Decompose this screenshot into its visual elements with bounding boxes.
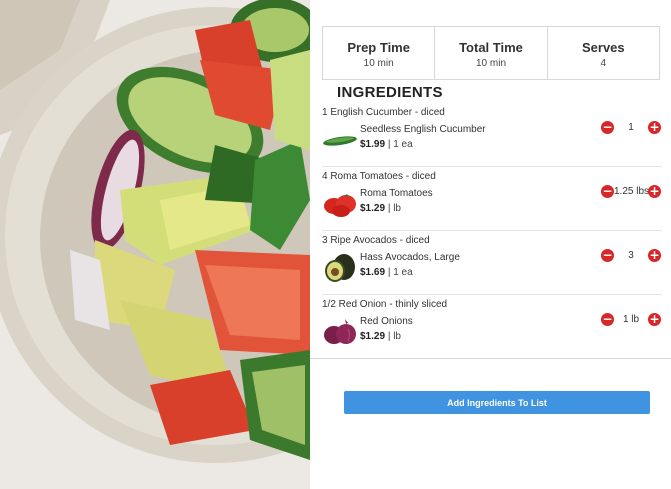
- red-onion-icon: [324, 319, 356, 344]
- ingredient-description: 4 Roma Tomatoes - diced: [322, 171, 436, 182]
- plus-circle-icon[interactable]: +: [648, 121, 661, 134]
- ingredient-description: 1/2 Red Onion - thinly sliced: [322, 299, 448, 310]
- stat-label: Prep Time: [347, 40, 410, 55]
- product-name[interactable]: Roma Tomatoes: [360, 188, 433, 199]
- price-unit: | 1 ea: [387, 267, 413, 278]
- stat-label: Total Time: [459, 40, 523, 55]
- product-price: $1.69 | 1 ea: [360, 267, 413, 278]
- stat-label: Serves: [581, 40, 625, 55]
- product-name[interactable]: Seedless English Cucumber: [360, 124, 486, 135]
- minus-circle-icon[interactable]: −: [601, 313, 614, 326]
- minus-circle-icon[interactable]: −: [601, 121, 614, 134]
- section-divider: [310, 358, 671, 359]
- stat-serves: Serves 4: [548, 27, 659, 79]
- ingredient-row-cucumber: 1 English Cucumber - diced Seedless Engl…: [322, 103, 662, 167]
- price-value: $1.29: [360, 331, 386, 342]
- price-unit: | 1 ea: [387, 139, 413, 150]
- product-price: $1.29 | lb: [360, 203, 401, 214]
- price-unit: | lb: [387, 331, 401, 342]
- stat-prep-time: Prep Time 10 min: [323, 27, 436, 79]
- price-value: $1.99: [360, 139, 386, 150]
- tomato-icon: [324, 194, 356, 217]
- plus-circle-icon[interactable]: +: [648, 249, 661, 262]
- avocado-icon: [325, 254, 355, 282]
- recipe-stats: Prep Time 10 min Total Time 10 min Serve…: [322, 26, 660, 80]
- ingredient-description: 1 English Cucumber - diced: [322, 107, 445, 118]
- minus-circle-icon[interactable]: −: [601, 249, 614, 262]
- quantity-value: 3: [628, 250, 634, 261]
- minus-circle-icon[interactable]: −: [601, 185, 614, 198]
- quantity-stepper: − 3 +: [601, 249, 661, 263]
- plus-circle-icon[interactable]: +: [648, 313, 661, 326]
- ingredient-row-red-onions: 1/2 Red Onion - thinly sliced Red Onions…: [322, 295, 662, 359]
- quantity-value: 1.25 lbs: [614, 186, 650, 197]
- quantity-stepper: − 1 lb +: [601, 313, 661, 327]
- ingredient-description: 3 Ripe Avocados - diced: [322, 235, 430, 246]
- ingredient-row-avocados: 3 Ripe Avocados - diced Hass Avocados, L…: [322, 231, 662, 295]
- price-unit: | lb: [387, 203, 401, 214]
- ingredient-row-tomatoes: 4 Roma Tomatoes - diced Roma Tomatoes $1…: [322, 167, 662, 231]
- product-price: $1.99 | 1 ea: [360, 139, 413, 150]
- price-value: $1.29: [360, 203, 386, 214]
- plus-circle-icon[interactable]: +: [648, 185, 661, 198]
- stat-value: 4: [600, 58, 607, 69]
- quantity-stepper: − 1.25 lbs +: [601, 185, 661, 199]
- stat-total-time: Total Time 10 min: [435, 27, 548, 79]
- quantity-value: 1 lb: [622, 314, 640, 325]
- recipe-panel: Prep Time 10 min Total Time 10 min Serve…: [310, 0, 671, 489]
- product-price: $1.29 | lb: [360, 331, 401, 342]
- ingredients-list: 1 English Cucumber - diced Seedless Engl…: [322, 103, 662, 359]
- add-ingredients-to-list-button[interactable]: Add Ingredients To List: [344, 391, 650, 414]
- stat-value: 10 min: [475, 58, 506, 69]
- quantity-stepper: − 1 +: [601, 121, 661, 135]
- product-name[interactable]: Red Onions: [360, 316, 413, 327]
- salad-bowl-photo: [0, 0, 310, 489]
- product-name[interactable]: Hass Avocados, Large: [360, 252, 460, 263]
- ingredients-heading: INGREDIENTS: [337, 84, 443, 101]
- recipe-hero-image: [0, 0, 310, 489]
- stat-value: 10 min: [363, 58, 394, 69]
- price-value: $1.69: [360, 267, 386, 278]
- quantity-value: 1: [628, 122, 634, 133]
- cucumber-icon: [323, 136, 357, 146]
